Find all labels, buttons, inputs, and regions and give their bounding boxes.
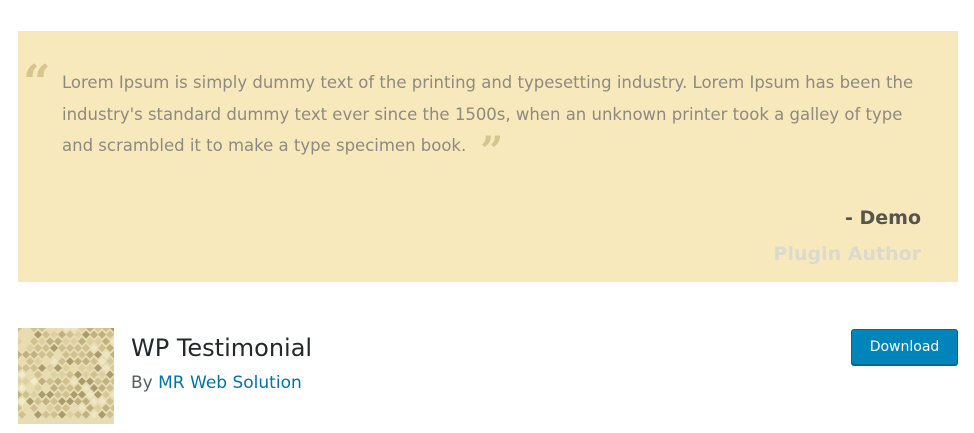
quote-close-icon: ” [480,128,503,175]
testimonial-author-name: - Demo [844,207,921,229]
plugin-icon [18,328,114,424]
byline-prefix: By [131,373,159,393]
download-button[interactable]: Download [851,329,958,365]
plugin-banner: “ Lorem Ipsum is simply dummy text of th… [18,31,958,282]
plugin-author-link[interactable]: MR Web Solution [158,373,302,393]
testimonial-quote: Lorem Ipsum is simply dummy text of the … [62,67,932,172]
testimonial-author-role: Plugin Author [773,243,921,265]
plugin-byline: By MR Web Solution [131,373,302,393]
plugin-title: WP Testimonial [131,334,313,362]
quote-open-icon: “ [23,55,51,111]
plugin-page: “ Lorem Ipsum is simply dummy text of th… [0,0,974,433]
